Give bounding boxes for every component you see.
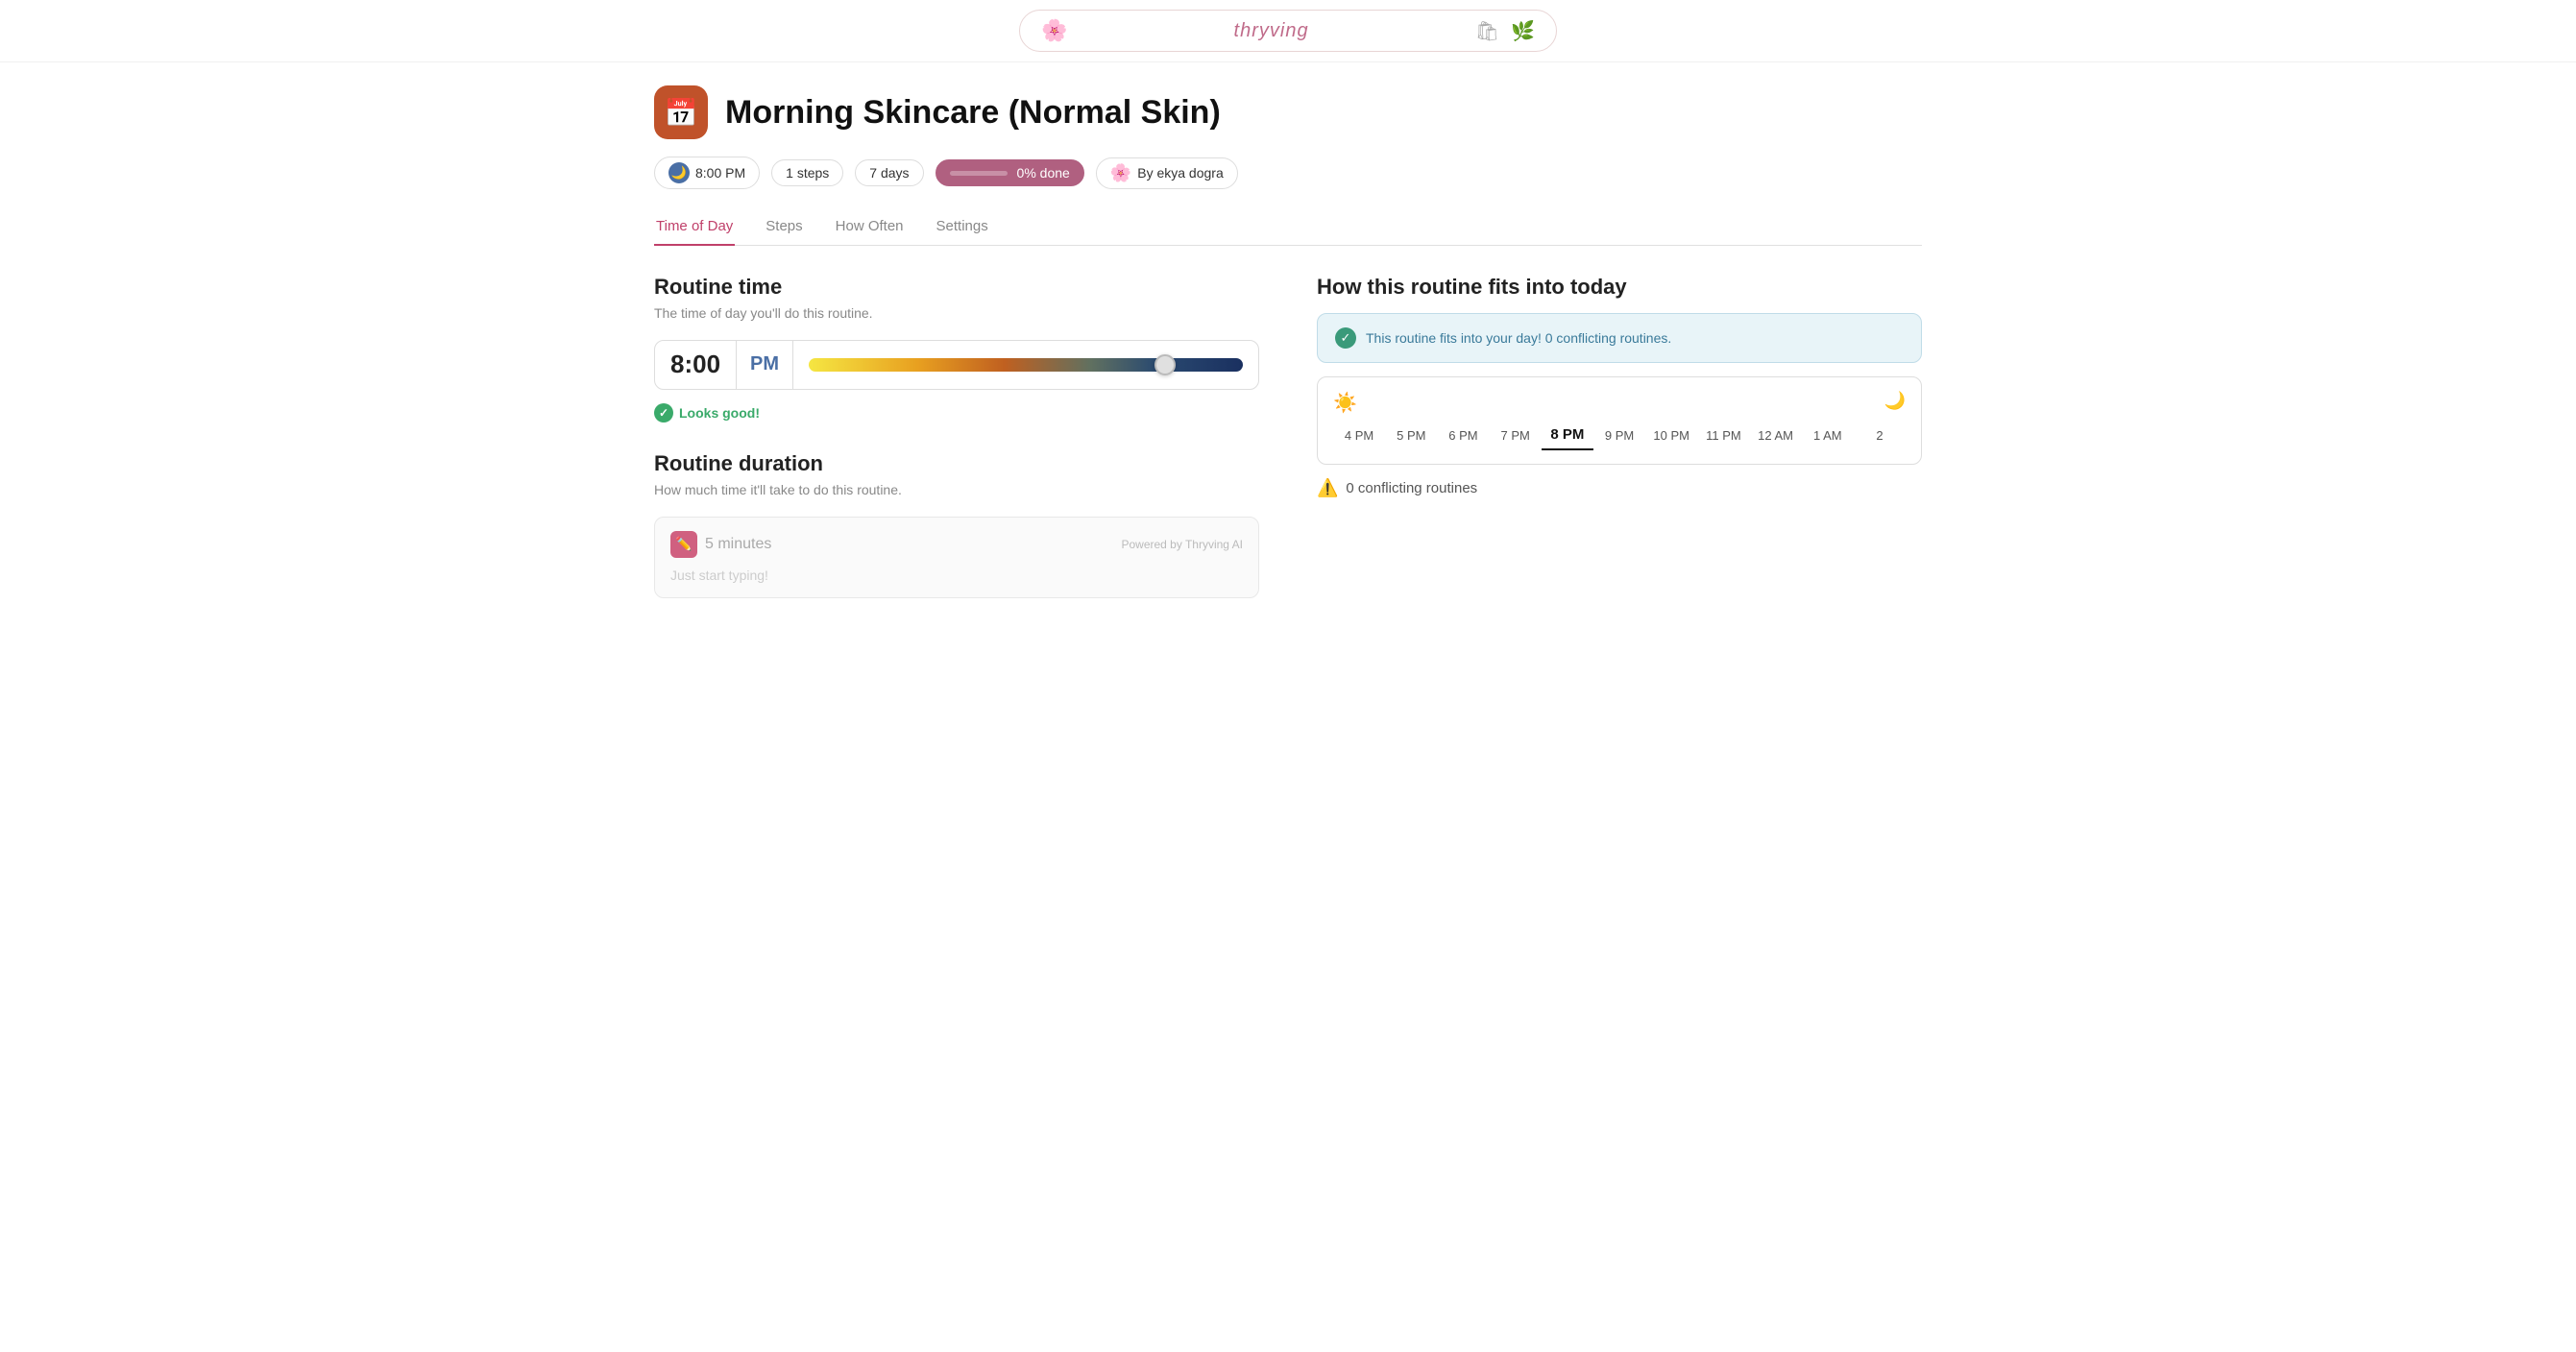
tab-time-of-day[interactable]: Time of Day: [654, 208, 735, 246]
fit-success-message: This routine fits into your day! 0 confl…: [1366, 330, 1671, 346]
moon-icon: 🌙: [668, 162, 690, 183]
hour-9pm: 9 PM: [1593, 422, 1645, 448]
routine-duration-subtitle: How much time it'll take to do this rout…: [654, 482, 1259, 497]
nav-icons-right: 🛍 🌿: [1475, 19, 1535, 43]
duration-left: ✏️ 5 minutes: [670, 531, 771, 558]
time-ampm-toggle[interactable]: PM: [737, 341, 793, 389]
slider-thumb: [1154, 354, 1176, 375]
duration-text-input[interactable]: [670, 567, 1243, 583]
steps-badge: 1 steps: [771, 159, 843, 186]
hour-2: 2: [1854, 422, 1906, 448]
tabs: Time of Day Steps How Often Settings: [654, 208, 1922, 246]
progress-badge: 0% done: [936, 159, 1084, 186]
looks-good-indicator: ✓ Looks good!: [654, 403, 1259, 422]
author-leaf-icon: 🌸: [1110, 163, 1131, 183]
tab-steps[interactable]: Steps: [764, 208, 804, 246]
routine-time-subtitle: The time of day you'll do this routine.: [654, 305, 1259, 321]
meta-row: 🌙 8:00 PM 1 steps 7 days 0% done 🌸 By ek…: [654, 157, 1922, 189]
time-badge: 🌙 8:00 PM: [654, 157, 760, 189]
page-icon-emoji: 📅: [665, 97, 698, 129]
fit-success-banner: ✓ This routine fits into your day! 0 con…: [1317, 313, 1922, 363]
page-title: Morning Skincare (Normal Skin): [725, 94, 1221, 132]
check-circle-icon: ✓: [654, 403, 673, 422]
two-col-layout: Routine time The time of day you'll do t…: [654, 275, 1922, 598]
routine-time-title: Routine time: [654, 275, 1259, 300]
nav-logo-left-icon: 🌸: [1041, 18, 1067, 43]
hour-7pm: 7 PM: [1490, 422, 1542, 448]
hour-12am: 12 AM: [1750, 422, 1802, 448]
hour-5pm: 5 PM: [1385, 422, 1437, 448]
page-header: 📅 Morning Skincare (Normal Skin): [654, 85, 1922, 139]
timeline-hours: 4 PM 5 PM 6 PM 7 PM 8 PM 9 PM 10 PM 11 P…: [1333, 421, 1906, 450]
days-badge-value: 7 days: [869, 165, 909, 181]
left-column: Routine time The time of day you'll do t…: [654, 275, 1259, 598]
powered-by-label: Powered by Thryving AI: [1121, 538, 1243, 551]
progress-bar: [950, 171, 1008, 176]
moon-timeline-icon: 🌙: [1884, 391, 1906, 415]
top-nav: 🌸 thryving 🛍 🌿: [0, 0, 2576, 62]
fit-section-title: How this routine fits into today: [1317, 275, 1922, 300]
hour-8pm: 8 PM: [1542, 421, 1593, 450]
hour-1am: 1 AM: [1802, 422, 1854, 448]
author-badge: 🌸 By ekya dogra: [1096, 157, 1238, 189]
time-badge-value: 8:00 PM: [695, 165, 745, 181]
brand-name: thryving: [1234, 20, 1309, 42]
hour-4pm: 4 PM: [1333, 422, 1385, 448]
days-badge: 7 days: [855, 159, 923, 186]
looks-good-label: Looks good!: [679, 405, 760, 421]
pencil-icon: ✏️: [670, 531, 697, 558]
author-label: By ekya dogra: [1137, 165, 1224, 181]
tab-settings[interactable]: Settings: [935, 208, 990, 246]
time-slider-container[interactable]: [793, 358, 1258, 372]
right-column: How this routine fits into today ✓ This …: [1317, 275, 1922, 598]
duration-value: 5 minutes: [705, 536, 771, 553]
tab-how-often[interactable]: How Often: [834, 208, 906, 246]
routine-duration-title: Routine duration: [654, 451, 1259, 476]
time-value-display[interactable]: 8:00: [655, 341, 737, 389]
hour-11pm: 11 PM: [1697, 422, 1749, 448]
hour-10pm: 10 PM: [1645, 422, 1697, 448]
time-input-row: 8:00 PM: [654, 340, 1259, 390]
timeline-icons-row: ☀️ 🌙: [1333, 391, 1906, 415]
hour-6pm: 6 PM: [1437, 422, 1489, 448]
leaf-icon[interactable]: 🌿: [1511, 19, 1535, 43]
duration-top-row: ✏️ 5 minutes Powered by Thryving AI: [670, 531, 1243, 558]
steps-badge-value: 1 steps: [786, 165, 829, 181]
timeline-box: ☀️ 🌙 4 PM 5 PM 6 PM 7 PM 8 PM 9 PM 10 PM…: [1317, 376, 1922, 465]
conflicting-count: 0 conflicting routines: [1346, 480, 1477, 496]
fit-check-icon: ✓: [1335, 327, 1356, 349]
progress-label: 0% done: [1017, 165, 1070, 181]
sun-icon: ☀️: [1333, 391, 1357, 415]
warning-icon: ⚠️: [1317, 478, 1338, 498]
conflicting-row: ⚠️ 0 conflicting routines: [1317, 478, 1922, 498]
duration-box: ✏️ 5 minutes Powered by Thryving AI: [654, 517, 1259, 598]
page-icon: 📅: [654, 85, 708, 139]
time-slider[interactable]: [809, 358, 1243, 372]
bag-icon[interactable]: 🛍: [1475, 19, 1499, 43]
